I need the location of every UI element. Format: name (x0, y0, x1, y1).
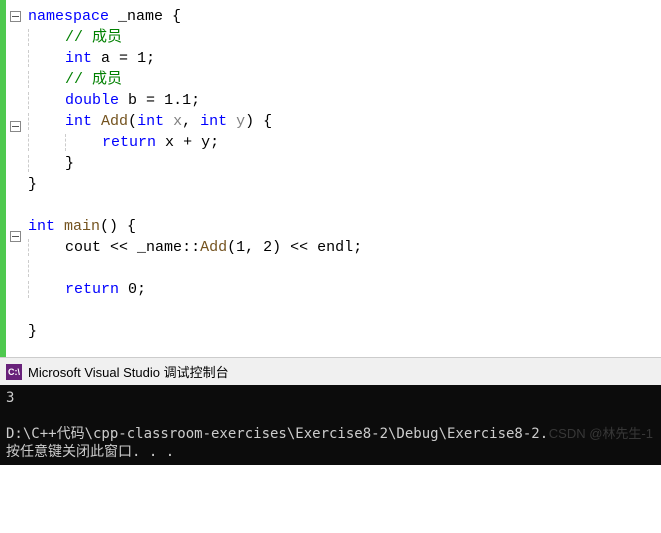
indent-guide (28, 155, 65, 172)
fold-toggle-icon[interactable] (10, 121, 21, 132)
console-output[interactable]: 3 D:\C++代码\cpp-classroom-exercises\Exerc… (0, 385, 661, 465)
code-line[interactable] (28, 258, 661, 279)
code-line[interactable]: } (28, 174, 661, 195)
console-line (6, 407, 655, 425)
indent-guide (28, 71, 65, 88)
indent-guide (28, 113, 65, 130)
code-line[interactable]: } (28, 153, 661, 174)
console-title: Microsoft Visual Studio 调试控制台 (28, 362, 229, 381)
console-icon: C:\ (6, 364, 22, 380)
indent-guide (65, 134, 102, 151)
code-line[interactable]: namespace _name { (28, 6, 661, 27)
console-line: 按任意键关闭此窗口. . . (6, 443, 655, 461)
indent-guide (28, 260, 65, 277)
code-line[interactable]: cout << _name::Add(1, 2) << endl; (28, 237, 661, 258)
fold-toggle-icon[interactable] (10, 231, 21, 242)
code-editor[interactable]: namespace _name { // 成员 int a = 1; // 成员… (0, 0, 661, 357)
code-line[interactable]: // 成员 (28, 27, 661, 48)
code-line[interactable]: return 0; (28, 279, 661, 300)
code-line[interactable]: } (28, 321, 661, 342)
console-line: 3 (6, 389, 655, 407)
code-line[interactable]: int Add(int x, int y) { (28, 111, 661, 132)
code-line[interactable] (28, 300, 661, 321)
fold-toggle-icon[interactable] (10, 11, 21, 22)
indent-guide (28, 281, 65, 298)
indent-guide (28, 50, 65, 67)
indent-guide (28, 29, 65, 46)
code-line[interactable] (28, 195, 661, 216)
indent-guide (28, 134, 65, 151)
fold-gutter (6, 0, 24, 357)
code-area[interactable]: namespace _name { // 成员 int a = 1; // 成员… (24, 0, 661, 357)
code-line[interactable]: return x + y; (28, 132, 661, 153)
code-line[interactable]: int main() { (28, 216, 661, 237)
watermark: CSDN @林先生-1 (549, 425, 653, 443)
indent-guide (28, 239, 65, 256)
code-line[interactable]: // 成员 (28, 69, 661, 90)
console-titlebar: C:\ Microsoft Visual Studio 调试控制台 (0, 357, 661, 385)
code-line[interactable]: int a = 1; (28, 48, 661, 69)
code-line[interactable]: double b = 1.1; (28, 90, 661, 111)
indent-guide (28, 92, 65, 109)
